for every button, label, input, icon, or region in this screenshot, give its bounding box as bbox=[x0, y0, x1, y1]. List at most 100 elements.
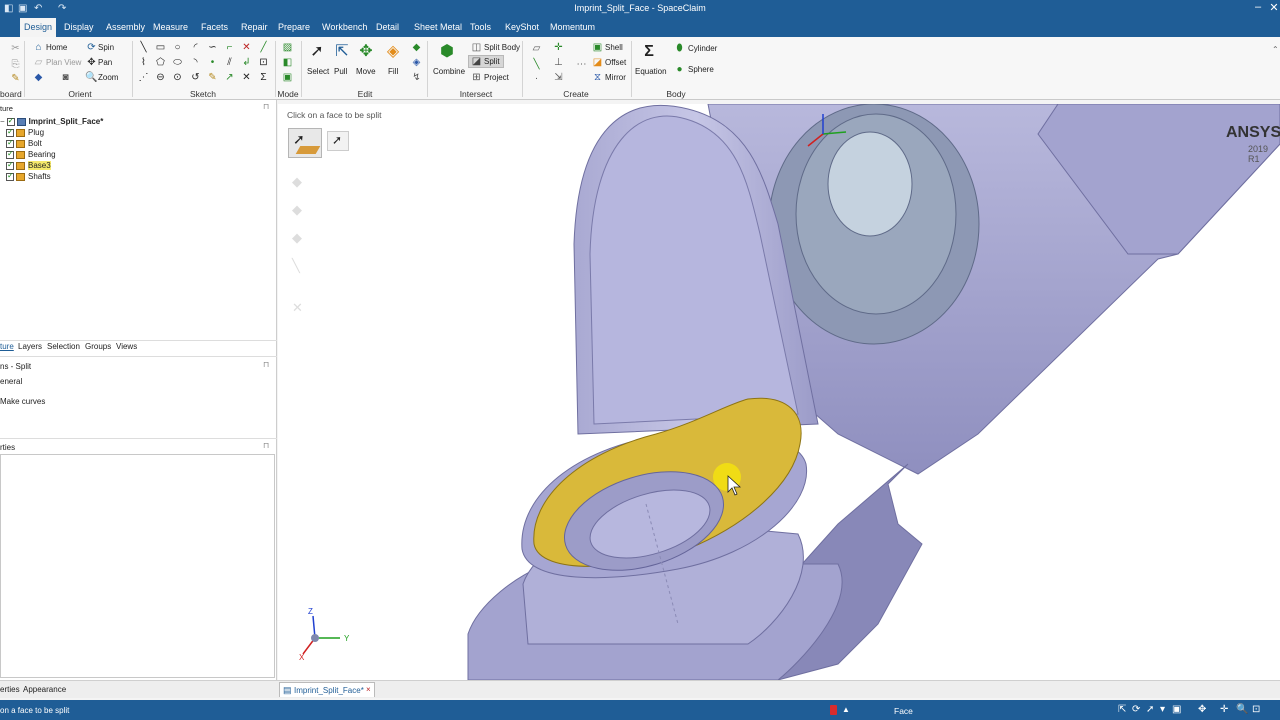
pan-icon[interactable]: ✥ bbox=[86, 57, 97, 68]
pin-icon[interactable]: ⊓ bbox=[263, 441, 269, 450]
pull-button[interactable]: Pull bbox=[334, 67, 347, 76]
bend-icon[interactable]: ↲ bbox=[241, 57, 252, 68]
menu-keyshot[interactable]: KeyShot bbox=[501, 18, 543, 37]
cylinder-icon[interactable]: ⬮ bbox=[674, 43, 685, 54]
spin-icon[interactable]: ⟳ bbox=[86, 42, 97, 53]
offset-button[interactable]: Offset bbox=[605, 58, 626, 67]
tab-properties[interactable]: erties bbox=[0, 685, 20, 694]
close-window-icon[interactable]: ✕ bbox=[1264, 1, 1280, 14]
pin-icon[interactable]: ⊓ bbox=[263, 360, 269, 369]
zoom-status-icon[interactable]: 🔍 bbox=[1236, 704, 1248, 715]
tweak-icon[interactable]: ◈ bbox=[411, 57, 422, 68]
visibility-checkbox[interactable] bbox=[6, 138, 14, 148]
rectangle-icon[interactable]: ▭ bbox=[155, 42, 166, 53]
sketch-pencil-icon[interactable]: ✎ bbox=[207, 72, 218, 83]
home-icon[interactable]: ⌂ bbox=[33, 42, 44, 53]
mirror-button[interactable]: Mirror bbox=[605, 73, 626, 82]
close-tab-icon[interactable]: × bbox=[366, 685, 371, 694]
zoom-button[interactable]: Zoom bbox=[98, 73, 118, 82]
line-icon[interactable]: ╲ bbox=[138, 42, 149, 53]
menu-workbench[interactable]: Workbench bbox=[318, 18, 371, 37]
copy-icon[interactable]: ⎘ bbox=[10, 59, 21, 70]
menu-detail[interactable]: Detail bbox=[372, 18, 403, 37]
camera-icon[interactable]: ◙ bbox=[60, 72, 71, 83]
sketch-mode-icon[interactable]: ▨ bbox=[282, 42, 293, 53]
equation-button[interactable]: Equation bbox=[635, 67, 667, 76]
box-select-icon[interactable]: ▣ bbox=[1172, 704, 1181, 715]
menu-display[interactable]: Display bbox=[60, 18, 98, 37]
menu-facets[interactable]: Facets bbox=[197, 18, 232, 37]
project-curve-icon[interactable]: ⊡ bbox=[258, 57, 269, 68]
tab-structure[interactable]: ture bbox=[0, 342, 14, 351]
tab-appearance[interactable]: Appearance bbox=[23, 685, 66, 694]
sphere-icon[interactable]: ● bbox=[674, 64, 685, 75]
replace-icon[interactable]: ◆ bbox=[411, 42, 422, 53]
selection-filter[interactable]: Face bbox=[894, 706, 913, 716]
3d-viewport[interactable]: Click on a face to be split ➚ ➚ ◆ ◆ ◆ ╲ … bbox=[278, 104, 1280, 680]
sphere-button[interactable]: Sphere bbox=[688, 65, 714, 74]
spin-mode-icon[interactable]: ⟳ bbox=[1132, 704, 1140, 715]
spin-button[interactable]: Spin bbox=[98, 43, 114, 52]
plane-icon[interactable]: ▱ bbox=[531, 43, 542, 54]
corner-icon[interactable]: ↗ bbox=[224, 72, 235, 83]
tab-layers[interactable]: Layers bbox=[18, 342, 42, 351]
polygon-icon[interactable]: ⬠ bbox=[155, 57, 166, 68]
split-body-icon[interactable]: ◫ bbox=[471, 42, 482, 53]
expand-icon[interactable]: ▲ bbox=[842, 705, 850, 714]
visibility-checkbox[interactable] bbox=[6, 171, 14, 181]
visibility-checkbox[interactable] bbox=[6, 127, 14, 137]
combine-button[interactable]: Combine bbox=[433, 67, 465, 76]
pull-icon[interactable]: ⇱ bbox=[333, 43, 351, 61]
sweep-arc-icon[interactable]: ◝ bbox=[190, 57, 201, 68]
dimension-icon[interactable]: ⇲ bbox=[553, 72, 564, 83]
visibility-checkbox[interactable] bbox=[6, 160, 14, 170]
move-icon[interactable]: ✥ bbox=[357, 43, 375, 61]
project-icon[interactable]: ⊞ bbox=[471, 72, 482, 83]
origin-icon[interactable]: ⊥ bbox=[553, 57, 564, 68]
select-button[interactable]: Select bbox=[307, 67, 329, 76]
move-button[interactable]: Move bbox=[356, 67, 376, 76]
offset-icon[interactable]: ◪ bbox=[592, 57, 603, 68]
properties-grid[interactable] bbox=[0, 454, 275, 678]
tab-groups[interactable]: Groups bbox=[85, 342, 111, 351]
tangent-line-icon[interactable]: ⌐ bbox=[224, 42, 235, 53]
pan-button[interactable]: Pan bbox=[98, 58, 112, 67]
menu-momentum[interactable]: Momentum bbox=[546, 18, 599, 37]
plan-view-icon[interactable]: ▱ bbox=[33, 57, 44, 68]
pan-status-icon[interactable]: ✥ bbox=[1198, 704, 1206, 715]
tree-root[interactable]: − Imprint_Split_Face* bbox=[0, 116, 103, 128]
section-mode-icon[interactable]: ◧ bbox=[282, 57, 293, 68]
circle-icon[interactable]: ○ bbox=[172, 42, 183, 53]
menu-sheet-metal[interactable]: Sheet Metal bbox=[410, 18, 466, 37]
scale-icon[interactable]: ✕ bbox=[241, 72, 252, 83]
ribbon-collapse-icon[interactable]: ⌃ bbox=[1272, 45, 1279, 54]
visibility-checkbox[interactable] bbox=[6, 116, 15, 126]
menu-repair[interactable]: Repair bbox=[237, 18, 272, 37]
mirror-icon[interactable]: ⧖ bbox=[592, 72, 603, 83]
polyline-icon[interactable]: ⌇ bbox=[138, 57, 149, 68]
cylinder-button[interactable]: Cylinder bbox=[688, 44, 717, 53]
zoom-icon[interactable]: 🔍 bbox=[85, 72, 97, 83]
move-status-icon[interactable]: ✛ bbox=[1220, 704, 1228, 715]
dot-line-icon[interactable]: ⋰ bbox=[138, 72, 149, 83]
spline-icon[interactable]: ∽ bbox=[207, 42, 218, 53]
document-tab[interactable]: ▤ Imprint_Split_Face* × bbox=[279, 682, 375, 697]
point-icon[interactable]: • bbox=[207, 57, 218, 68]
menu-design[interactable]: Design bbox=[20, 18, 57, 37]
split-icon[interactable]: ◪ bbox=[471, 56, 482, 67]
line-create-icon[interactable]: ╲ bbox=[531, 59, 542, 70]
equation-icon[interactable]: Σ bbox=[640, 43, 658, 61]
bearing-bore[interactable] bbox=[827, 131, 913, 237]
select-mode-icon[interactable]: ⇱ bbox=[1118, 704, 1126, 715]
fill-icon[interactable]: ◈ bbox=[384, 43, 402, 61]
arc-icon[interactable]: ◜ bbox=[190, 42, 201, 53]
cad-model[interactable]: Y X Z bbox=[278, 104, 1280, 680]
tab-selection[interactable]: Selection bbox=[47, 342, 80, 351]
split-body-button[interactable]: Split Body bbox=[484, 43, 520, 52]
sum-icon[interactable]: Σ bbox=[258, 72, 269, 83]
menu-assembly[interactable]: Assembly bbox=[102, 18, 149, 37]
cut-icon[interactable]: ✂ bbox=[10, 43, 21, 54]
select-icon[interactable]: ➚ bbox=[308, 43, 326, 61]
make-curves-option[interactable]: Make curves bbox=[0, 397, 45, 406]
error-indicator-icon[interactable] bbox=[830, 705, 837, 715]
